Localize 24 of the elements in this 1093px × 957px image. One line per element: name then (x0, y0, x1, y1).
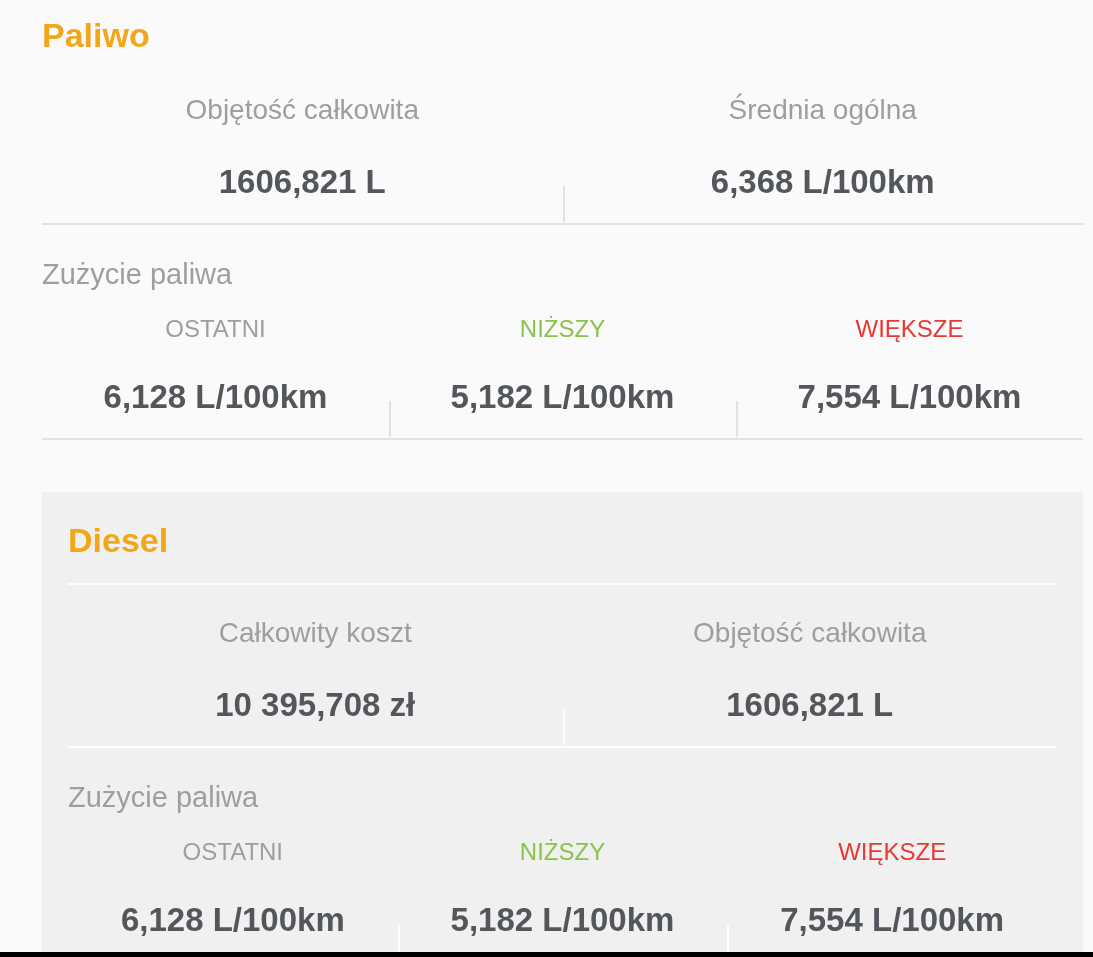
section-title: Diesel (68, 520, 169, 561)
consumption-label: WIĘKSZE (838, 837, 947, 867)
stat-value: 1606,821 L (218, 162, 386, 202)
consumption-label: NIŻSZY (519, 314, 606, 344)
consumption-value: 5,182 L/100km (450, 900, 675, 940)
section-title: Paliwo (42, 15, 150, 56)
consumption-label: OSTATNI (182, 837, 284, 867)
stat-label: Objętość całkowita (693, 616, 927, 650)
consumption-value: 7,554 L/100km (780, 900, 1005, 940)
stat-label: Średnia ogólna (728, 93, 917, 127)
consumption-value: 6,128 L/100km (103, 377, 328, 417)
consumption-value: 7,554 L/100km (797, 377, 1022, 417)
consumption-label: NIŻSZY (519, 837, 606, 867)
stat-value: 1606,821 L (726, 685, 894, 725)
consumption-heading: Zużycie paliwa (42, 257, 233, 292)
consumption-label: OSTATNI (165, 314, 266, 344)
stat-label: Całkowity koszt (218, 616, 412, 650)
stat-value: 10 395,708 zł (215, 685, 416, 725)
consumption-value: 6,128 L/100km (120, 900, 345, 940)
consumption-value: 5,182 L/100km (450, 377, 675, 417)
stat-label: Objętość całkowita (185, 93, 419, 127)
stat-value: 6,368 L/100km (710, 162, 935, 202)
consumption-label: WIĘKSZE (855, 314, 964, 344)
consumption-heading: Zużycie paliwa (68, 780, 259, 815)
